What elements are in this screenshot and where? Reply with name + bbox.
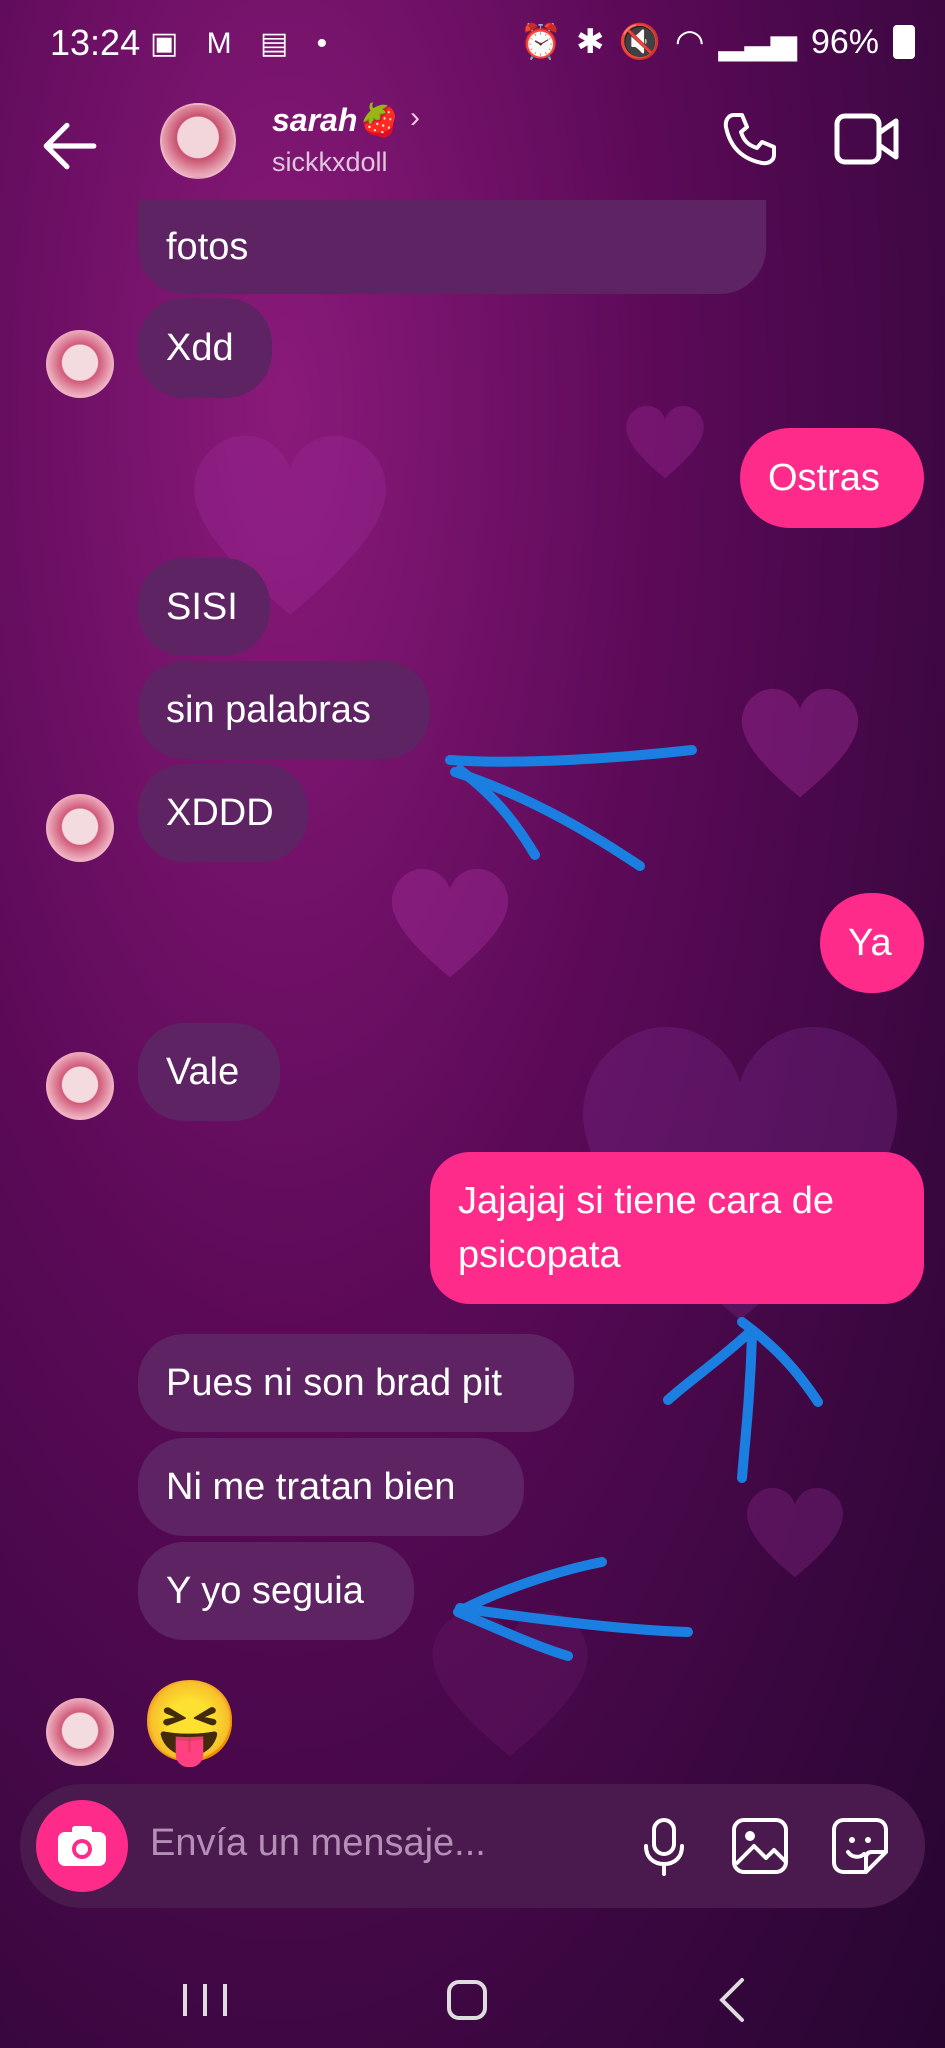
phone-icon[interactable]	[720, 109, 780, 169]
contact-avatar-small[interactable]	[46, 1052, 114, 1120]
message-bubble-outgoing[interactable]: Ya	[820, 893, 924, 993]
status-right: ⏰ ✱ 🔇 ◠ ▂▃▅ 96%	[520, 22, 915, 62]
message-text: Vale	[166, 1051, 240, 1093]
contact-avatar-small[interactable]	[46, 1698, 114, 1766]
alarm-icon: ⏰	[519, 23, 562, 61]
notification-icons: ▣ M ▤ •	[150, 27, 338, 60]
message-text: SISI	[166, 586, 238, 628]
gallery-icon[interactable]	[728, 1814, 792, 1878]
message-bubble-incoming[interactable]: Pues ni son brad pit	[138, 1334, 574, 1432]
contact-avatar[interactable]	[160, 103, 236, 179]
message-text: Ostras	[768, 457, 880, 499]
contact-username[interactable]: sickkxdoll	[272, 147, 388, 178]
contact-avatar-small[interactable]	[46, 330, 114, 398]
message-bubble-incoming[interactable]: Ni me tratan bien	[138, 1438, 524, 1536]
heart-decoration	[747, 1487, 843, 1578]
message-text: Jajajaj si tiene cara de psicopata	[458, 1180, 834, 1276]
message-text: fotos	[166, 226, 249, 268]
message-bubble-incoming[interactable]: fotos	[138, 200, 766, 294]
heart-decoration	[432, 1611, 588, 1757]
message-bubble-outgoing[interactable]: Jajajaj si tiene cara de psicopata	[430, 1152, 924, 1304]
message-bubble-incoming[interactable]: SISI	[138, 558, 270, 656]
battery-icon	[893, 25, 915, 59]
message-text: Ni me tratan bien	[166, 1466, 456, 1508]
chat-header: sarah🍓 › sickkxdoll	[0, 95, 945, 210]
heart-decoration	[741, 688, 859, 798]
microphone-icon[interactable]	[632, 1814, 696, 1878]
message-input[interactable]: Envía un mensaje...	[150, 1822, 486, 1865]
message-bubble-outgoing[interactable]: Ostras	[740, 428, 924, 528]
contact-avatar-small[interactable]	[46, 794, 114, 862]
camera-icon	[58, 1826, 106, 1866]
mute-icon: 🔇	[618, 23, 661, 61]
message-bubble-incoming[interactable]: Xdd	[138, 298, 272, 398]
message-bubble-incoming[interactable]: sin palabras	[138, 661, 430, 759]
emoji-message[interactable]: 😝	[140, 1672, 240, 1772]
message-text: Pues ni son brad pit	[166, 1362, 502, 1404]
message-bubble-incoming[interactable]: Vale	[138, 1023, 280, 1121]
recents-icon[interactable]	[175, 1970, 235, 2030]
message-bubble-incoming[interactable]: XDDD	[138, 764, 308, 862]
battery-percent: 96%	[810, 22, 879, 61]
message-text: XDDD	[166, 792, 274, 834]
bluetooth-icon: ✱	[575, 23, 605, 61]
message-composer: Envía un mensaje...	[20, 1784, 925, 1908]
contact-name[interactable]: sarah🍓	[272, 101, 397, 139]
status-bar: 13:24 ▣ M ▤ • ⏰ ✱ 🔇 ◠ ▂▃▅ 96%	[0, 0, 945, 90]
status-time: 13:24	[50, 22, 141, 63]
message-text: Y yo seguia	[166, 1570, 364, 1612]
wifi-icon: ◠	[674, 23, 705, 61]
message-text: Ya	[848, 922, 892, 964]
message-text: Xdd	[166, 327, 234, 369]
message-text: sin palabras	[166, 689, 371, 731]
back-arrow-icon[interactable]	[38, 115, 100, 177]
message-bubble-incoming[interactable]: Y yo seguia	[138, 1542, 414, 1640]
chevron-right-icon[interactable]: ›	[410, 101, 420, 135]
signal-icon: ▂▃▅	[718, 23, 797, 61]
navigation-bar	[0, 1940, 945, 2040]
heart-decoration	[391, 868, 509, 978]
heart-decoration	[626, 405, 704, 479]
camera-button[interactable]	[36, 1800, 128, 1892]
back-nav-icon[interactable]	[702, 1970, 762, 2030]
video-call-icon[interactable]	[834, 113, 900, 165]
sticker-icon[interactable]	[828, 1814, 892, 1878]
home-icon[interactable]	[437, 1970, 497, 2030]
